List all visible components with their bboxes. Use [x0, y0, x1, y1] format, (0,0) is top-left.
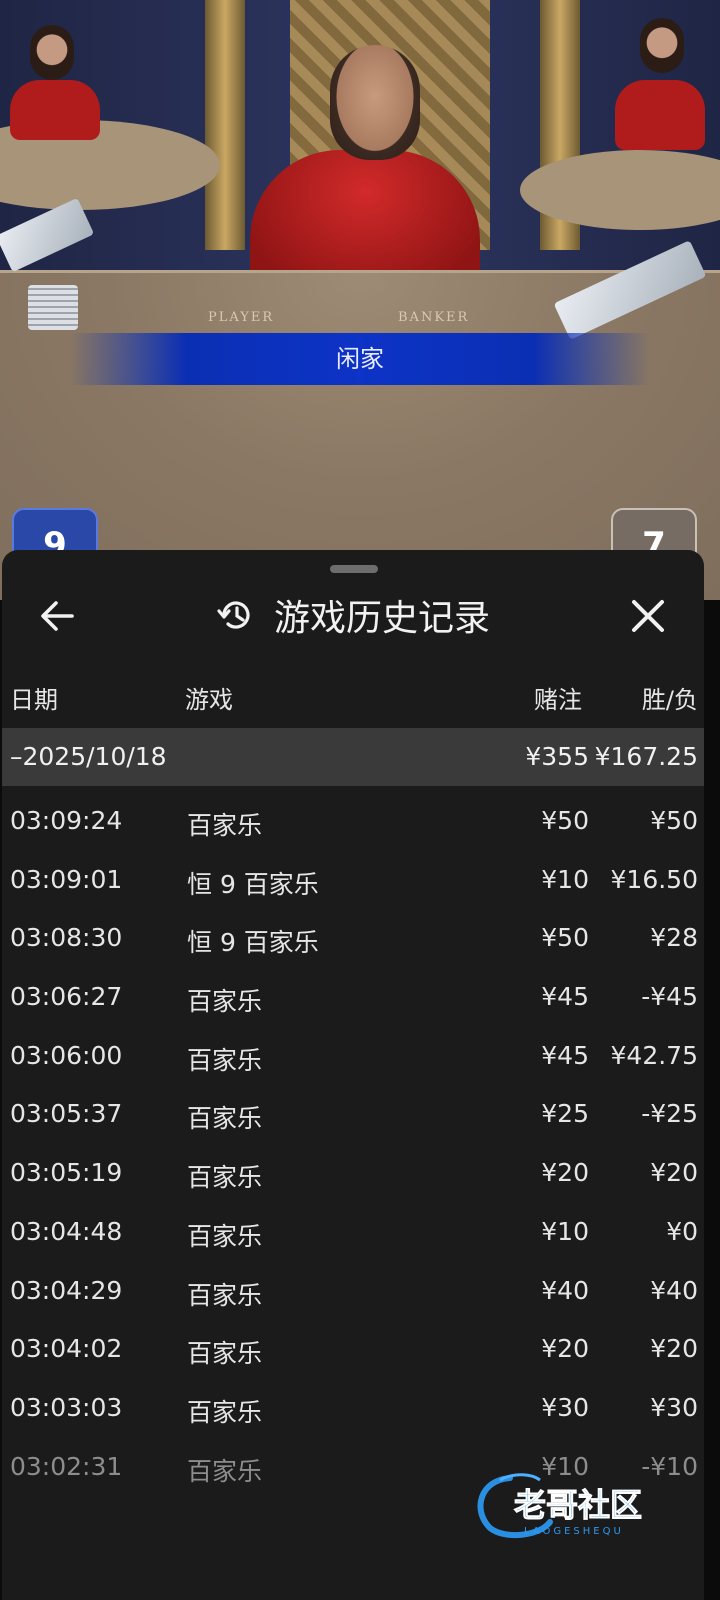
- row-bet: ¥45: [541, 982, 589, 1012]
- history-row[interactable]: 03:04:29 百家乐 ¥40 ¥40: [2, 1260, 704, 1319]
- close-icon: [632, 600, 664, 632]
- table-label-banker: BANKER: [398, 310, 470, 325]
- row-time: 03:08:30: [10, 923, 123, 953]
- gold-pillar: [205, 0, 245, 250]
- row-win-loss: ¥16.50: [610, 864, 698, 894]
- date-group-bet-total: ¥355: [525, 742, 589, 771]
- history-row[interactable]: 03:05:37 百家乐 ¥25 -¥25: [2, 1083, 704, 1142]
- row-bet: ¥10: [541, 864, 589, 894]
- live-video-feed: PLAYER BANKER 闲家 9 7: [0, 0, 720, 600]
- row-win-loss: ¥28: [650, 923, 698, 953]
- column-header-bet: 赌注: [534, 686, 582, 714]
- row-time: 03:04:02: [10, 1334, 123, 1364]
- history-row[interactable]: 03:04:48 百家乐 ¥10 ¥0: [2, 1201, 704, 1260]
- date-group-row[interactable]: –2025/10/18 ¥355 ¥167.25: [2, 728, 704, 786]
- row-time: 03:04:29: [10, 1275, 123, 1305]
- row-game: 恒 9 百家乐: [187, 928, 319, 958]
- dealer-left-head: [30, 25, 74, 80]
- date-group-win-total: ¥167.25: [594, 742, 698, 771]
- row-game: 百家乐: [187, 1339, 263, 1369]
- row-time: 03:03:03: [10, 1392, 123, 1422]
- row-win-loss: ¥20: [650, 1334, 698, 1364]
- history-list: 03:09:24 百家乐 ¥50 ¥50 03:09:01 恒 9 百家乐 ¥1…: [2, 790, 704, 1494]
- history-row[interactable]: 03:06:27 百家乐 ¥45 -¥45: [2, 966, 704, 1025]
- row-game: 百家乐: [187, 811, 263, 840]
- row-time: 03:02:31: [10, 1451, 123, 1481]
- row-bet: ¥10: [541, 1216, 589, 1246]
- row-time: 03:06:00: [10, 1040, 123, 1070]
- history-row[interactable]: 03:03:03 百家乐 ¥30 ¥30: [2, 1377, 704, 1436]
- row-bet: ¥50: [541, 806, 589, 835]
- row-win-loss: ¥50: [650, 806, 698, 835]
- history-icon: [217, 601, 250, 629]
- row-bet: ¥50: [541, 923, 589, 953]
- round-result-banner: 闲家: [70, 333, 650, 385]
- table-label-player: PLAYER: [208, 310, 275, 325]
- row-game: 百家乐: [187, 1104, 263, 1134]
- row-bet: ¥30: [541, 1392, 589, 1422]
- row-win-loss: -¥25: [641, 1099, 698, 1129]
- dealer-right-head: [640, 18, 684, 73]
- row-game: 百家乐: [187, 1280, 263, 1310]
- row-win-loss: ¥42.75: [610, 1040, 698, 1070]
- row-time: 03:05:19: [10, 1158, 123, 1188]
- close-button[interactable]: [624, 592, 672, 640]
- watermark-logo: 老哥社区 LAOGESHEQU: [477, 1473, 643, 1539]
- row-win-loss: ¥40: [650, 1275, 698, 1305]
- back-button[interactable]: [34, 592, 82, 640]
- row-time: 03:05:37: [10, 1099, 123, 1129]
- row-bet: ¥45: [541, 1040, 589, 1070]
- row-game: 恒 9 百家乐: [187, 869, 319, 899]
- row-win-loss: ¥0: [666, 1216, 698, 1246]
- history-row[interactable]: 03:09:01 恒 9 百家乐 ¥10 ¥16.50: [2, 849, 704, 908]
- sheet-drag-handle[interactable]: [330, 565, 378, 573]
- row-game: 百家乐: [187, 1163, 263, 1193]
- row-bet: ¥20: [541, 1334, 589, 1364]
- dealer-main-head: [330, 45, 420, 160]
- row-game: 百家乐: [187, 987, 263, 1017]
- table-labels: PLAYER BANKER: [0, 310, 720, 326]
- column-header-win-loss: 胜/负: [641, 686, 698, 714]
- row-win-loss: ¥20: [650, 1158, 698, 1188]
- row-time: 03:06:27: [10, 982, 123, 1012]
- sheet-title: 游戏历史记录: [273, 598, 490, 639]
- arrow-left-icon: [41, 601, 74, 631]
- sheet-header: 游戏历史记录: [2, 580, 704, 650]
- row-win-loss: -¥45: [641, 982, 698, 1012]
- column-header-game: 游戏: [185, 686, 233, 714]
- history-row[interactable]: 03:08:30 恒 9 百家乐 ¥50 ¥28: [2, 907, 704, 966]
- history-row[interactable]: 03:09:24 百家乐 ¥50 ¥50: [2, 790, 704, 849]
- row-game: 百家乐: [187, 1045, 263, 1075]
- game-history-sheet: 游戏历史记录 日期 游戏 赌注 胜/负 –2025/10/18 ¥355 ¥16…: [2, 550, 704, 1600]
- svg-text:LAOGESHEQU: LAOGESHEQU: [524, 1526, 624, 1537]
- row-time: 03:04:48: [10, 1216, 123, 1246]
- history-row[interactable]: 03:06:00 百家乐 ¥45 ¥42.75: [2, 1025, 704, 1084]
- history-row[interactable]: 03:04:02 百家乐 ¥20 ¥20: [2, 1318, 704, 1377]
- row-bet: ¥20: [541, 1158, 589, 1188]
- dealer-right: [615, 80, 705, 150]
- row-time: 03:09:01: [10, 864, 123, 894]
- row-time: 03:09:24: [10, 806, 123, 835]
- svg-text:老哥社区: 老哥社区: [514, 1486, 642, 1524]
- dealer-left: [10, 80, 100, 140]
- row-bet: ¥25: [541, 1099, 589, 1129]
- row-game: 百家乐: [187, 1456, 263, 1486]
- row-game: 百家乐: [187, 1221, 263, 1251]
- sheet-title-group: 游戏历史记录: [2, 580, 704, 650]
- column-header-date: 日期: [10, 686, 58, 714]
- row-win-loss: ¥30: [650, 1392, 698, 1422]
- row-bet: ¥40: [541, 1275, 589, 1305]
- row-game: 百家乐: [187, 1397, 263, 1427]
- dealer-main-body: [250, 150, 480, 290]
- date-group-date: –2025/10/18: [10, 742, 167, 771]
- history-row[interactable]: 03:05:19 百家乐 ¥20 ¥20: [2, 1142, 704, 1201]
- table-header: 日期 游戏 赌注 胜/负: [2, 670, 704, 720]
